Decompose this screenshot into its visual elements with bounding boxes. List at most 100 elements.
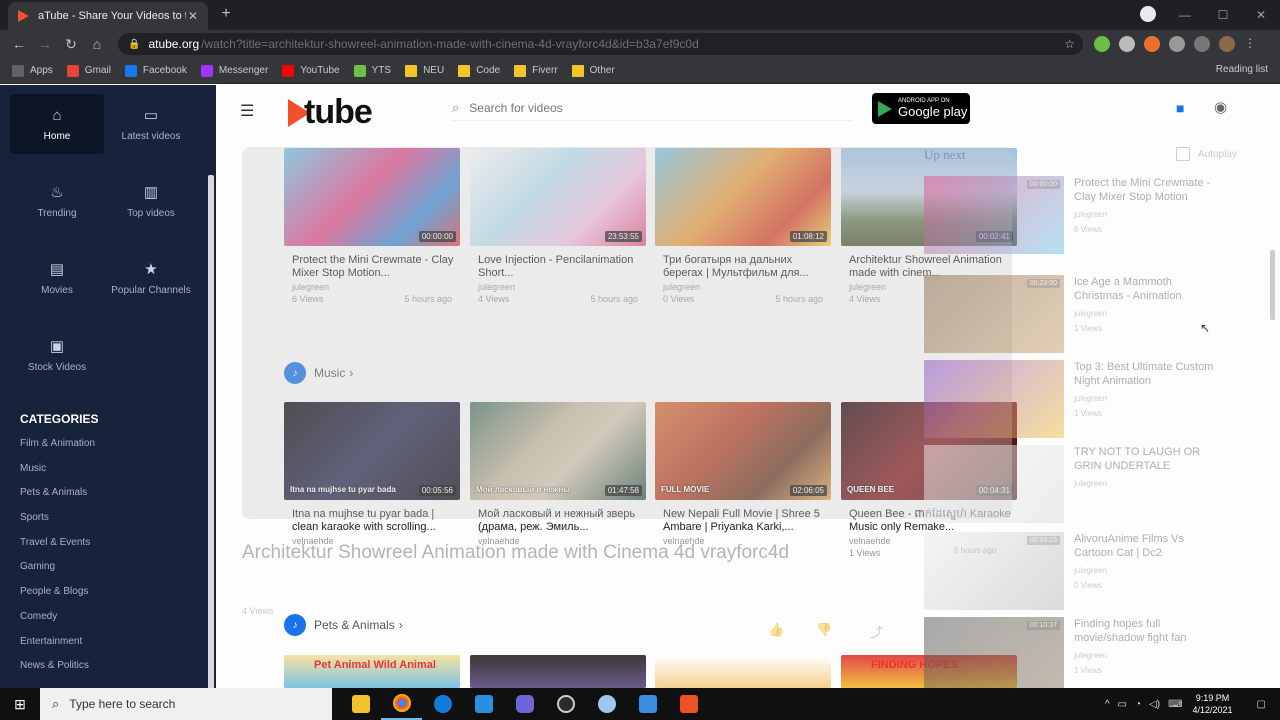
sidebar-item-top-videos[interactable]: ▥ Top videos — [104, 171, 198, 231]
category-item[interactable]: Pets & Animals — [20, 486, 95, 511]
app-icon[interactable] — [504, 688, 545, 720]
category-item[interactable]: News & Politics — [20, 659, 95, 684]
upload-video-icon[interactable]: ■ — [1176, 100, 1184, 116]
vscode-icon[interactable] — [463, 688, 504, 720]
extension-icon[interactable] — [1119, 36, 1135, 52]
suggested-thumbnail[interactable]: 00:10:37 — [924, 617, 1064, 695]
video-card[interactable]: 01:08:12 Три богатыря на дальних берегах … — [655, 148, 831, 304]
video-thumbnail[interactable]: 01:08:12 — [655, 148, 831, 246]
share-icon[interactable]: ⤴ — [870, 622, 883, 641]
category-item[interactable]: Music — [20, 462, 95, 487]
reload-icon[interactable]: ↻ — [58, 36, 84, 53]
avatar[interactable] — [1219, 36, 1235, 52]
suggested-title[interactable]: Protect the Mini Crewmate - Clay Mixer S… — [1074, 176, 1214, 204]
sidebar-item-home[interactable]: ⌂ Home — [10, 94, 104, 154]
address-bar[interactable]: 🔒 atube.org /watch?title=architektur-sho… — [118, 33, 1083, 55]
suggested-thumbnail[interactable]: 00:00:00 — [924, 176, 1064, 254]
video-thumbnail[interactable] — [470, 655, 646, 688]
suggested-video[interactable]: Top 3: Best Ultimate Custom Night Animat… — [924, 360, 1254, 438]
extension-icon[interactable] — [1144, 36, 1160, 52]
video-card[interactable]: 23:53:55 Love Injection - Pencilanimation… — [470, 148, 646, 304]
category-item[interactable]: Travel & Events — [20, 536, 95, 561]
sidebar-item-latest-videos[interactable]: ▭ Latest videos — [104, 94, 198, 154]
bookmark-item[interactable]: Facebook — [124, 64, 187, 77]
bookmark-item[interactable]: Code — [458, 64, 500, 77]
file-explorer-icon[interactable] — [340, 688, 381, 720]
puzzle-icon[interactable] — [1169, 36, 1185, 52]
video-card[interactable]: Мой ласковый и нежны 01:47:58 Мой ласковый… — [470, 402, 646, 548]
edge-icon[interactable] — [422, 688, 463, 720]
menu-icon[interactable]: ⋮ — [1244, 36, 1260, 52]
google-play-badge[interactable]: ANDROID APP ON Google play — [872, 93, 970, 124]
atube-logo[interactable]: tube — [288, 93, 373, 132]
account-icon[interactable]: ◉ — [1214, 98, 1227, 116]
app-icon[interactable] — [586, 688, 627, 720]
suggested-title[interactable]: Top 3: Best Ultimate Custom Night Animat… — [1074, 360, 1214, 388]
channel-name[interactable]: julegreen — [1074, 392, 1214, 406]
video-title[interactable]: Protect the Mini Crewmate - Clay Mixer S… — [284, 254, 460, 280]
forward-icon[interactable]: → — [32, 36, 58, 52]
maximize-icon[interactable]: ☐ — [1204, 8, 1242, 22]
bookmark-item[interactable]: Fiverr — [514, 64, 558, 77]
video-card[interactable]: FULL MOVIE 02:06:05 New Nepali Full Movie … — [655, 402, 831, 548]
sidebar-item-popular-channels[interactable]: ★ Popular Channels — [104, 248, 198, 308]
channel-name[interactable]: julegreen — [470, 282, 646, 292]
sidebar-item-movies[interactable]: ▤ Movies — [10, 248, 104, 308]
app-icon[interactable] — [668, 688, 709, 720]
suggested-title[interactable]: AlivoruAnime Films Vs Cartoon Cat | Dc2 — [1074, 532, 1214, 560]
suggested-title[interactable]: Ice Age a Mammoth Christmas - Animation — [1074, 275, 1214, 303]
volume-icon[interactable]: ◁) — [1149, 699, 1160, 710]
channel-name[interactable]: julegreen — [1074, 307, 1214, 321]
tab-search-icon[interactable] — [1140, 6, 1156, 22]
category-item[interactable]: People & Blogs — [20, 585, 95, 610]
autoplay-checkbox[interactable] — [1176, 147, 1190, 161]
suggested-video[interactable]: 00:00:00 Protect the Mini Crewmate - Clay… — [924, 176, 1254, 254]
channel-name[interactable]: julegreen — [1074, 649, 1214, 663]
suggested-thumbnail[interactable]: 00:03:23 6 hours ago — [924, 532, 1064, 610]
autoplay-toggle[interactable]: Autoplay — [1176, 147, 1237, 161]
reading-list-button[interactable]: Reading list — [1216, 64, 1268, 75]
suggested-thumbnail[interactable] — [924, 445, 1064, 523]
suggested-video[interactable]: 00:03:23 6 hours ago AlivoruAnime Films Vs… — [924, 532, 1254, 610]
browser-tab[interactable]: aTube - Share Your Videos to the ✕ — [8, 2, 208, 30]
channel-name[interactable]: julegreen — [655, 282, 831, 292]
video-thumbnail[interactable]: Pet Animal Wild Animal — [284, 655, 460, 688]
video-title[interactable]: New Nepali Full Movie | Shree 5 Ambare |… — [655, 508, 831, 534]
category-item[interactable]: Entertainment — [20, 635, 95, 660]
suggested-title[interactable]: TRY NOT TO LAUGH OR GRIN UNDERTALE — [1074, 445, 1214, 473]
video-title[interactable]: Три богатыря на дальних берегах | Мультф… — [655, 254, 831, 280]
windows-start-icon[interactable]: ⊞ — [0, 688, 40, 720]
search-input[interactable] — [469, 100, 830, 115]
section-pets-animals[interactable]: ♪ Pets & Animals › — [284, 614, 403, 636]
sidebar-scrollbar[interactable] — [208, 175, 214, 712]
bookmark-item[interactable]: YTS — [353, 64, 391, 77]
video-title[interactable]: Love Injection - Pencilanimation Short..… — [470, 254, 646, 280]
channel-name[interactable]: julegreen — [1074, 564, 1214, 578]
minimize-icon[interactable]: — — [1166, 8, 1204, 22]
battery-icon[interactable]: ▭ — [1118, 699, 1127, 710]
dislike-icon[interactable]: 👎 — [816, 622, 832, 638]
suggested-thumbnail[interactable] — [924, 360, 1064, 438]
tab-close-icon[interactable]: ✕ — [186, 9, 200, 23]
video-thumbnail[interactable]: Itna na mujhse tu pyar bada 00:05:56 — [284, 402, 460, 500]
sidebar-item-trending[interactable]: ♨ Trending — [10, 171, 104, 231]
bookmark-item[interactable]: Other — [571, 64, 615, 77]
bookmark-item[interactable]: YouTube — [282, 64, 340, 77]
extension-icon[interactable] — [1094, 36, 1110, 52]
new-tab-button[interactable]: + — [216, 4, 236, 24]
video-thumbnail[interactable]: 00:00:00 — [284, 148, 460, 246]
chevron-up-icon[interactable]: ^ — [1105, 699, 1110, 710]
category-item[interactable]: Gaming — [20, 560, 95, 585]
video-title[interactable]: Itna na mujhse tu pyar bada | clean kara… — [284, 508, 460, 534]
bookmark-item[interactable]: NEU — [405, 64, 444, 77]
video-thumbnail[interactable] — [655, 655, 831, 688]
video-card[interactable]: 00:00:00 Protect the Mini Crewmate - Clay… — [284, 148, 460, 304]
bookmark-star-icon[interactable]: ☆ — [1064, 37, 1075, 51]
lock-icon[interactable]: 🔒 — [128, 39, 140, 50]
suggested-video[interactable]: 00:23:00 Ice Age a Mammoth Christmas - An… — [924, 275, 1254, 353]
network-icon[interactable]: ◔ — [1135, 699, 1141, 710]
suggested-video[interactable]: TRY NOT TO LAUGH OR GRIN UNDERTALE julegr… — [924, 445, 1254, 523]
bookmark-item[interactable]: Messenger — [200, 64, 268, 77]
suggested-video[interactable]: 00:10:37 Finding hopes full movie/shadow … — [924, 617, 1254, 695]
category-item[interactable]: Sports — [20, 511, 95, 536]
